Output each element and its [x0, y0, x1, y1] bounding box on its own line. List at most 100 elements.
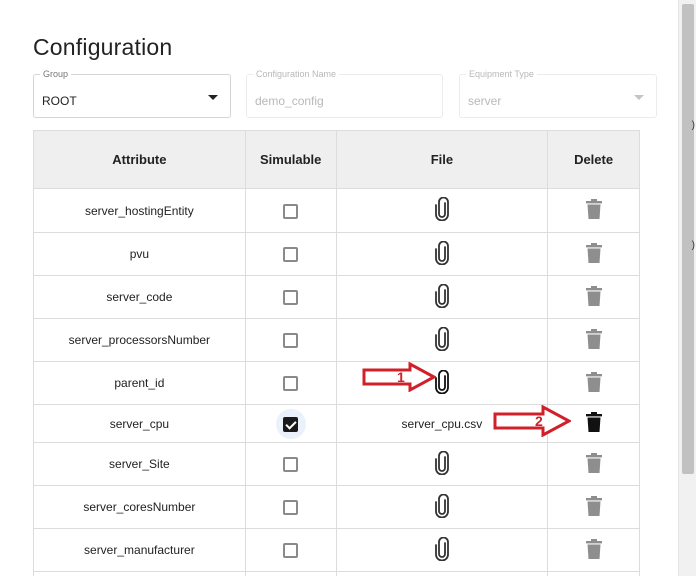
checkbox-empty-icon — [283, 543, 299, 559]
simulable-cell — [244, 188, 337, 233]
paperclip-icon[interactable] — [434, 196, 450, 224]
file-cell — [335, 188, 549, 233]
empty-cell — [244, 571, 337, 576]
file-cell — [335, 442, 549, 486]
attribute-cell: server_coresNumber — [33, 485, 246, 529]
simulable-cell — [244, 232, 337, 276]
header-file: File — [335, 130, 549, 189]
delete-cell — [547, 485, 640, 529]
empty-cell — [33, 571, 246, 576]
delete-cell — [547, 232, 640, 276]
simulable-checkbox[interactable] — [276, 196, 306, 226]
file-cell — [335, 318, 549, 362]
file-name[interactable]: server_cpu.csv — [402, 417, 483, 431]
table-row: server_manufacturer — [33, 528, 640, 572]
table-row: pvu — [33, 232, 640, 276]
simulable-cell — [244, 318, 337, 362]
table-header-row: Attribute Simulable File Delete — [33, 130, 640, 189]
simulable-cell — [244, 361, 337, 405]
annotation-number-2: 2 — [535, 413, 543, 429]
annotation-arrow-2 — [493, 405, 571, 437]
configuration-name-field: Configuration Name demo_config — [246, 69, 443, 118]
checkbox-empty-icon — [283, 203, 299, 219]
caret-down-icon — [634, 95, 644, 100]
simulable-cell — [244, 442, 337, 486]
page-title: Configuration — [33, 34, 173, 60]
checkbox-empty-icon — [283, 457, 299, 473]
attribute-cell: server_hostingEntity — [33, 188, 246, 233]
trash-icon[interactable] — [585, 371, 602, 395]
simulable-checkbox[interactable] — [276, 368, 306, 398]
table-row: server_hostingEntity — [33, 188, 640, 233]
simulable-checkbox[interactable] — [276, 492, 306, 522]
file-cell — [335, 275, 549, 319]
table-row: server_processorsNumber — [33, 318, 640, 362]
attribute-cell: server_Site — [33, 442, 246, 486]
simulable-checkbox[interactable] — [276, 325, 306, 355]
attribute-cell: server_processorsNumber — [33, 318, 246, 362]
vertical-scrollbar[interactable] — [678, 0, 696, 576]
scrollbar-thumb[interactable] — [682, 4, 694, 474]
simulable-checkbox[interactable] — [275, 408, 306, 439]
simulable-cell — [244, 485, 337, 529]
trash-icon[interactable] — [585, 412, 602, 435]
delete-cell — [547, 442, 640, 486]
attribute-cell: pvu — [33, 232, 246, 276]
table-row: server_code — [33, 275, 640, 319]
configuration-page: ) ) Configuration Group ROOT Configurati… — [0, 0, 696, 576]
configuration-name-label: Configuration Name — [253, 69, 340, 79]
delete-cell — [547, 528, 640, 572]
delete-cell — [547, 188, 640, 233]
attribute-cell: server_code — [33, 275, 246, 319]
table-row — [33, 571, 640, 576]
trash-icon[interactable] — [585, 285, 602, 309]
paperclip-icon[interactable] — [434, 326, 450, 354]
paperclip-icon[interactable] — [434, 283, 450, 311]
table-row: server_coresNumber — [33, 485, 640, 529]
checkbox-empty-icon — [283, 500, 299, 516]
simulable-cell — [244, 275, 337, 319]
group-value: ROOT — [42, 94, 77, 108]
trash-icon[interactable] — [585, 242, 602, 266]
trash-icon[interactable] — [585, 199, 602, 222]
paperclip-icon[interactable] — [434, 450, 450, 478]
checkbox-empty-icon — [283, 376, 299, 392]
header-delete: Delete — [547, 130, 640, 189]
file-cell — [335, 485, 549, 529]
paperclip-icon[interactable] — [434, 369, 450, 397]
simulable-checkbox[interactable] — [276, 239, 306, 269]
checkbox-empty-icon — [283, 290, 299, 306]
paperclip-icon[interactable] — [434, 536, 450, 564]
equipment-type-label: Equipment Type — [466, 69, 537, 79]
paperclip-icon[interactable] — [434, 240, 450, 268]
simulable-cell — [244, 404, 337, 443]
delete-cell — [547, 318, 640, 362]
file-cell — [335, 528, 549, 572]
file-cell — [335, 232, 549, 276]
trash-icon[interactable] — [585, 452, 602, 476]
trash-icon[interactable] — [585, 538, 602, 562]
paperclip-icon[interactable] — [434, 493, 450, 521]
simulable-checkbox[interactable] — [276, 449, 306, 479]
delete-cell — [547, 361, 640, 405]
empty-cell — [547, 571, 640, 576]
trash-icon[interactable] — [585, 328, 602, 352]
simulable-checkbox[interactable] — [276, 282, 306, 312]
attribute-cell: server_cpu — [33, 404, 246, 443]
edge-mark: ) — [691, 120, 695, 131]
group-select[interactable]: Group ROOT — [33, 69, 231, 118]
attribute-cell: parent_id — [33, 361, 246, 405]
simulable-cell — [244, 528, 337, 572]
attribute-cell: server_manufacturer — [33, 528, 246, 572]
table-row: parent_id — [33, 361, 640, 405]
attributes-table: Attribute Simulable File Delete server_h… — [33, 130, 640, 576]
simulable-checkbox[interactable] — [276, 535, 306, 565]
header-attribute: Attribute — [33, 130, 246, 189]
delete-cell — [547, 275, 640, 319]
checkbox-empty-icon — [283, 247, 299, 263]
edge-mark: ) — [691, 240, 695, 251]
caret-down-icon[interactable] — [208, 95, 218, 100]
trash-icon[interactable] — [585, 495, 602, 519]
annotation-number-1: 1 — [397, 369, 405, 385]
equipment-type-value: server — [468, 94, 502, 108]
